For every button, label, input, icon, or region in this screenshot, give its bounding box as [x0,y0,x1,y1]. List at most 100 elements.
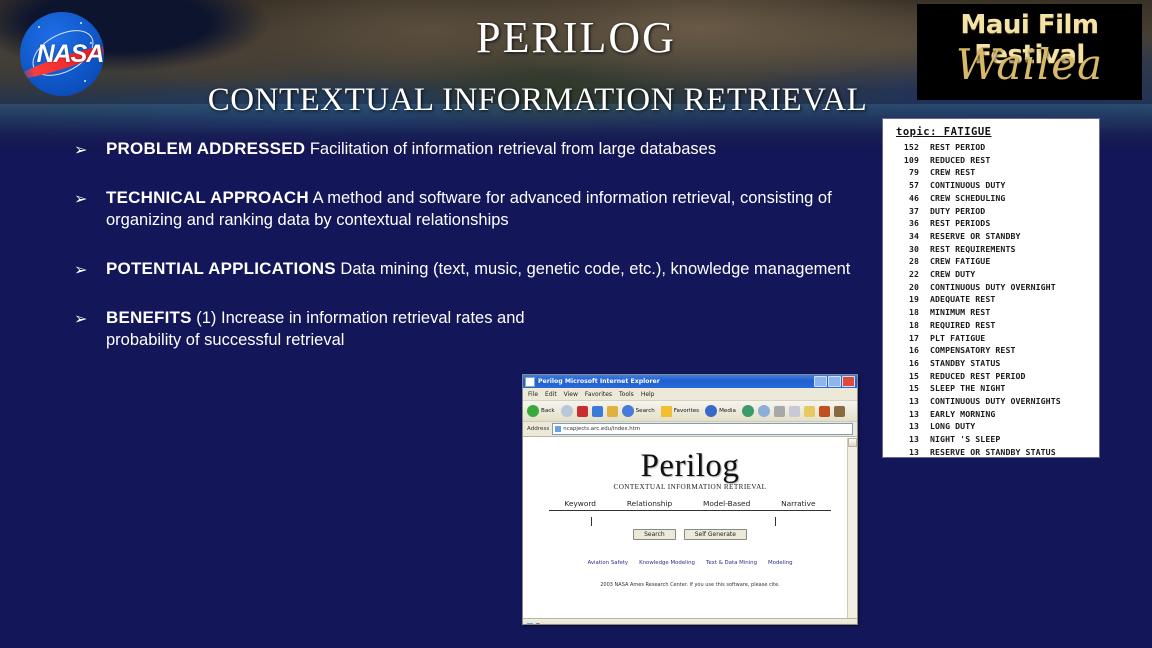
menu-item-help[interactable]: Help [641,391,655,398]
search-icon[interactable] [621,405,634,417]
nav-tab-model-based[interactable]: Model-Based [703,499,750,508]
bullet-technical-approach: ➢ TECHNICAL APPROACH A method and softwa… [74,187,874,232]
home-icon[interactable] [606,405,618,417]
nav-tab-keyword[interactable]: Keyword [564,499,596,508]
page-link[interactable]: Knowledge Modeling [639,560,695,566]
term-label: NIGHT 'S SLEEP [930,434,1001,445]
status-text: Done [536,623,551,625]
term-label: RESERVE OR STANDBY [930,230,1021,241]
folder-icon[interactable] [803,405,815,417]
page-footer-text: 2003 NASA Ames Research Center. If you u… [600,582,780,588]
scroll-up-arrow-icon[interactable] [848,438,857,447]
topic-term-rows: 152 REST PERIOD 109 REDUCED REST 79 CREW REST… [893,141,1093,457]
media-icon[interactable] [705,405,718,417]
refresh-icon[interactable] [591,405,603,417]
browser-page-content: Perilog CONTEXTUAL INFORMATION RETRIEVAL… [523,437,857,618]
topic-term-row: 79 CREW REST [893,166,1093,179]
secondary-input-caret[interactable] [775,517,776,526]
back-icon[interactable] [527,405,539,417]
maximize-button[interactable] [828,376,841,387]
print-icon[interactable] [773,405,785,417]
nasa-logo-sphere: NASA [20,12,104,96]
address-input[interactable]: ncapjects.arc.edu/index.htm [552,423,853,435]
term-count: 109 [903,154,919,165]
topic-term-row: 30 REST REQUIREMENTS [893,243,1093,256]
page-link[interactable]: Text & Data Mining [706,560,757,566]
close-button[interactable] [842,376,855,387]
topic-term-row: 152 REST PERIOD [893,141,1093,154]
topic-term-row: 15 REDUCED REST PERIOD [893,370,1093,383]
page-link[interactable]: Modeling [768,560,793,566]
nav-tab-narrative[interactable]: Narrative [781,499,815,508]
term-count: 13 [908,434,919,445]
term-count: 57 [908,180,919,191]
page-nav-tabs: Keyword Relationship Model-Based Narrati… [549,499,831,511]
menu-item-tools[interactable]: Tools [619,391,634,398]
nasa-logo: NASA [12,10,116,98]
messenger-icon[interactable] [818,405,830,417]
favorites-star-icon[interactable] [660,405,672,417]
term-label: MINIMUM REST [930,307,991,318]
page-icon [555,426,562,432]
term-count: 34 [908,230,919,241]
page-link[interactable]: Aviation Safety [587,560,628,566]
term-count: 15 [908,383,919,394]
bullet-benefits: ➢ BENEFITS (1) Increase in information r… [74,307,536,352]
term-count: 16 [908,345,919,356]
menu-item-favorites[interactable]: Favorites [585,391,612,398]
menu-item-edit[interactable]: Edit [545,391,557,398]
page-scrollbar[interactable] [847,438,857,618]
menu-item-file[interactable]: File [528,391,538,398]
term-count: 18 [908,307,919,318]
topic-term-row: 13 EARLY MORNING [893,408,1093,421]
term-label: REST REQUIREMENTS [930,243,1016,254]
term-label: CONTINUOUS DUTY OVERNIGHT [930,281,1056,292]
term-count: 13 [908,446,919,457]
nasa-logo-wordmark: NASA [36,40,104,68]
extra-icon[interactable] [833,405,845,417]
nasa-logo-star [38,26,40,28]
address-value: ncapjects.arc.edu/index.htm [563,426,641,432]
topic-term-row: 16 COMPENSATORY REST [893,344,1093,357]
mail-icon[interactable] [757,405,770,417]
minimize-button[interactable] [814,376,827,387]
topic-term-row: 13 NIGHT 'S SLEEP [893,433,1093,446]
bullet-problem-addressed: ➢ PROBLEM ADDRESSED Facilitation of info… [74,138,874,161]
term-count: 37 [908,205,919,216]
topic-term-row: 109 REDUCED REST [893,154,1093,167]
topic-term-row: 46 CREW SCHEDULING [893,192,1093,205]
edit-icon[interactable] [788,405,800,417]
back-label: Back [541,408,555,414]
topic-term-row: 37 DUTY PERIOD [893,205,1093,218]
term-label: CREW SCHEDULING [930,192,1006,203]
stop-icon[interactable] [576,405,588,417]
keyword-input-caret[interactable] [591,517,592,526]
history-icon[interactable] [741,405,754,417]
page-search-fields [553,515,827,531]
term-count: 15 [908,370,919,381]
nav-tab-relationship[interactable]: Relationship [627,499,672,508]
bullet-body-text: Data mining (text, music, genetic code, … [340,259,851,278]
term-label: RESERVE OR STANDBY STATUS [930,446,1056,457]
browser-window-buttons [814,376,855,387]
term-label: CREW REST [930,167,976,178]
term-label: REST PERIODS [930,218,991,229]
term-count: 36 [908,218,919,229]
page-link-row: Aviation Safety Knowledge Modeling Text … [523,560,857,566]
browser-title-bar: Perilog Microsoft Internet Explorer [523,375,857,388]
browser-screenshot-inset: Perilog Microsoft Internet Explorer File… [522,374,858,625]
topic-term-row: 20 CONTINUOUS DUTY OVERNIGHT [893,281,1093,294]
bullet-lead-label: BENEFITS [106,307,192,327]
term-count: 13 [908,408,919,419]
bullet-lead-label: POTENTIAL APPLICATIONS [106,258,336,278]
topic-term-row: 16 STANDBY STATUS [893,357,1093,370]
status-icon [527,622,533,624]
bullet-potential-applications: ➢ POTENTIAL APPLICATIONS Data mining (te… [74,258,874,281]
topic-term-list-panel: topic: FATIGUE 152 REST PERIOD 109 REDUCED … [882,118,1100,458]
maui-logo-subtitle: Wailea [955,40,1104,89]
menu-item-view[interactable]: View [564,391,578,398]
term-label: REDUCED REST PERIOD [930,370,1026,381]
forward-icon[interactable] [560,405,573,417]
term-label: COMPENSATORY REST [930,345,1016,356]
browser-window-title: Perilog Microsoft Internet Explorer [538,378,660,385]
